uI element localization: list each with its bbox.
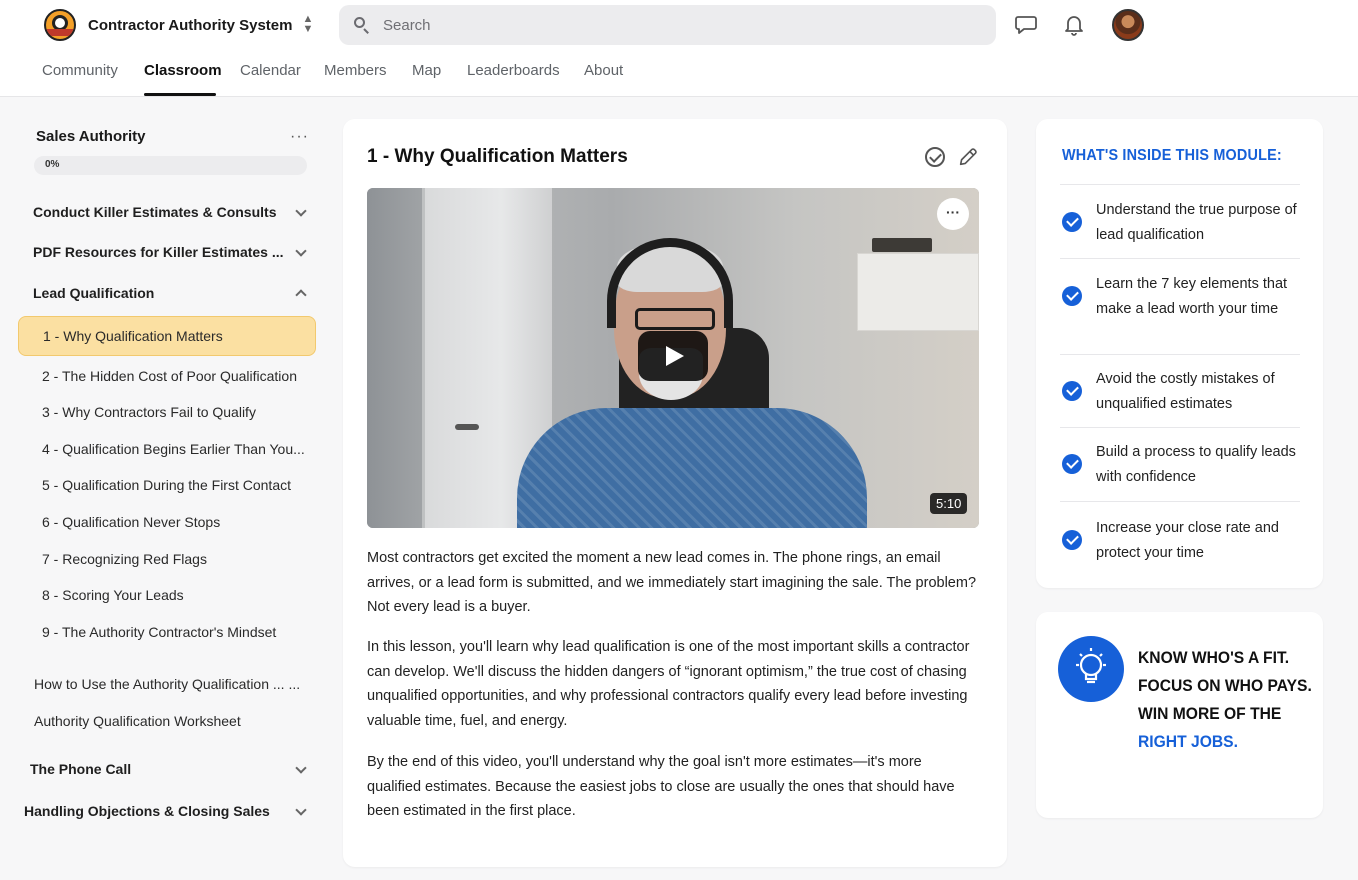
- bell-icon[interactable]: [1062, 12, 1086, 36]
- section-conduct-killer-estimates[interactable]: Conduct Killer Estimates & Consults: [33, 194, 333, 230]
- lesson-item[interactable]: 2 - The Hidden Cost of Poor Qualificatio…: [18, 358, 316, 394]
- section-label: The Phone Call: [30, 761, 132, 777]
- module-item-text: Learn the 7 key elements that make a lea…: [1096, 276, 1288, 317]
- module-summary-card: WHAT'S INSIDE THIS MODULE: Understand th…: [1036, 119, 1323, 588]
- tab-leaderboards[interactable]: Leaderboards: [467, 50, 584, 97]
- video-more-icon[interactable]: ···: [937, 198, 969, 230]
- chevron-down-icon: [295, 762, 307, 774]
- module-item: Increase your close rate and protect you…: [1060, 501, 1300, 577]
- lesson-video-player[interactable]: ··· 5:10: [367, 188, 979, 528]
- top-header: Contractor Authority System ▲▼ Community…: [0, 0, 1358, 97]
- lesson-item[interactable]: 5 - Qualification During the First Conta…: [18, 467, 316, 503]
- video-duration: 5:10: [930, 493, 968, 514]
- lesson-item[interactable]: 9 - The Authority Contractor's Mindset: [18, 614, 316, 650]
- tab-classroom[interactable]: Classroom: [144, 50, 222, 97]
- promo-line: FOCUS ON WHO PAYS.: [1138, 676, 1312, 695]
- tab-members[interactable]: Members: [324, 50, 412, 97]
- chevron-up-down-icon[interactable]: ▲ ▼: [300, 14, 316, 36]
- lesson-item[interactable]: 4 - Qualification Begins Earlier Than Yo…: [18, 431, 316, 467]
- resource-item[interactable]: Authority Qualification Worksheet: [18, 703, 316, 739]
- check-circle-icon: [1062, 454, 1082, 474]
- course-title: Sales Authority: [36, 128, 146, 145]
- search-bar[interactable]: [339, 5, 996, 45]
- promo-line: KNOW WHO'S A FIT.: [1138, 648, 1290, 667]
- promo-text: KNOW WHO'S A FIT. FOCUS ON WHO PAYS. WIN…: [1138, 644, 1312, 756]
- community-brand[interactable]: Contractor Authority System: [44, 8, 292, 42]
- lesson-title: 1 - Why Qualification Matters: [367, 146, 628, 167]
- check-circle-icon: [1062, 212, 1082, 232]
- section-label: PDF Resources for Killer Estimates ...: [33, 244, 284, 260]
- check-circle-icon: [1062, 530, 1082, 550]
- lesson-item-active[interactable]: 1 - Why Qualification Matters: [18, 316, 316, 356]
- promo-card: KNOW WHO'S A FIT. FOCUS ON WHO PAYS. WIN…: [1036, 612, 1323, 818]
- module-item-text: Avoid the costly mistakes of unqualified…: [1096, 371, 1275, 412]
- lesson-item[interactable]: 3 - Why Contractors Fail to Qualify: [18, 394, 316, 430]
- community-name: Contractor Authority System: [88, 16, 293, 34]
- lesson-card: 1 - Why Qualification Matters ··· 5:10 M…: [343, 119, 1007, 867]
- user-avatar[interactable]: [1112, 9, 1144, 41]
- module-item-text: Increase your close rate and protect you…: [1096, 520, 1279, 561]
- chat-icon[interactable]: [1014, 12, 1038, 36]
- module-item-text: Understand the true purpose of lead qual…: [1096, 202, 1297, 243]
- chevron-down-icon: [295, 245, 307, 257]
- search-icon: [353, 16, 371, 34]
- lesson-item[interactable]: 8 - Scoring Your Leads: [18, 577, 316, 613]
- section-phone-call[interactable]: The Phone Call: [30, 751, 330, 787]
- tab-calendar[interactable]: Calendar: [240, 50, 324, 97]
- search-input[interactable]: [383, 16, 963, 34]
- section-handling-objections[interactable]: Handling Objections & Closing Sales: [24, 793, 324, 829]
- tab-map[interactable]: Map: [412, 50, 467, 97]
- check-circle-icon: [1062, 381, 1082, 401]
- module-item: Build a process to qualify leads with co…: [1060, 427, 1300, 501]
- lesson-item[interactable]: 7 - Recognizing Red Flags: [18, 541, 316, 577]
- progress-label: 0%: [45, 159, 60, 170]
- module-heading: WHAT'S INSIDE THIS MODULE:: [1062, 147, 1282, 164]
- lesson-item[interactable]: 6 - Qualification Never Stops: [18, 504, 316, 540]
- community-logo: [44, 9, 76, 41]
- section-label: Conduct Killer Estimates & Consults: [33, 204, 277, 220]
- course-progress-bar: 0%: [34, 156, 307, 175]
- main-nav: Community Classroom Calendar Members Map…: [42, 50, 644, 97]
- mark-complete-icon[interactable]: [925, 147, 945, 167]
- module-item: Avoid the costly mistakes of unqualified…: [1060, 354, 1300, 427]
- tab-about[interactable]: About: [584, 50, 644, 97]
- more-icon[interactable]: ···: [290, 128, 309, 146]
- edit-pencil-icon[interactable]: [957, 146, 979, 168]
- lightbulb-icon: [1058, 636, 1124, 702]
- resource-item[interactable]: How to Use the Authority Qualification .…: [18, 666, 316, 702]
- section-label: Lead Qualification: [33, 285, 155, 301]
- promo-line-accent: RIGHT JOBS.: [1138, 732, 1238, 751]
- lesson-paragraph: Most contractors get excited the moment …: [367, 550, 977, 615]
- lesson-paragraph: By the end of this video, you'll underst…: [367, 754, 955, 819]
- section-lead-qualification[interactable]: Lead Qualification: [33, 275, 333, 311]
- module-item-text: Build a process to qualify leads with co…: [1096, 444, 1296, 485]
- promo-line: WIN MORE OF THE: [1138, 704, 1282, 723]
- module-item: Understand the true purpose of lead qual…: [1060, 184, 1300, 257]
- check-circle-icon: [1062, 286, 1082, 306]
- chevron-down-icon: [295, 205, 307, 217]
- section-label: Handling Objections & Closing Sales: [24, 803, 270, 819]
- module-item: Learn the 7 key elements that make a lea…: [1060, 258, 1300, 354]
- chevron-up-icon: [295, 289, 307, 301]
- tab-community[interactable]: Community: [42, 50, 144, 97]
- lesson-paragraph: In this lesson, you'll learn why lead qu…: [367, 639, 970, 729]
- section-pdf-resources[interactable]: PDF Resources for Killer Estimates ...: [33, 234, 333, 270]
- play-icon[interactable]: [638, 331, 708, 381]
- chevron-down-icon: [295, 804, 307, 816]
